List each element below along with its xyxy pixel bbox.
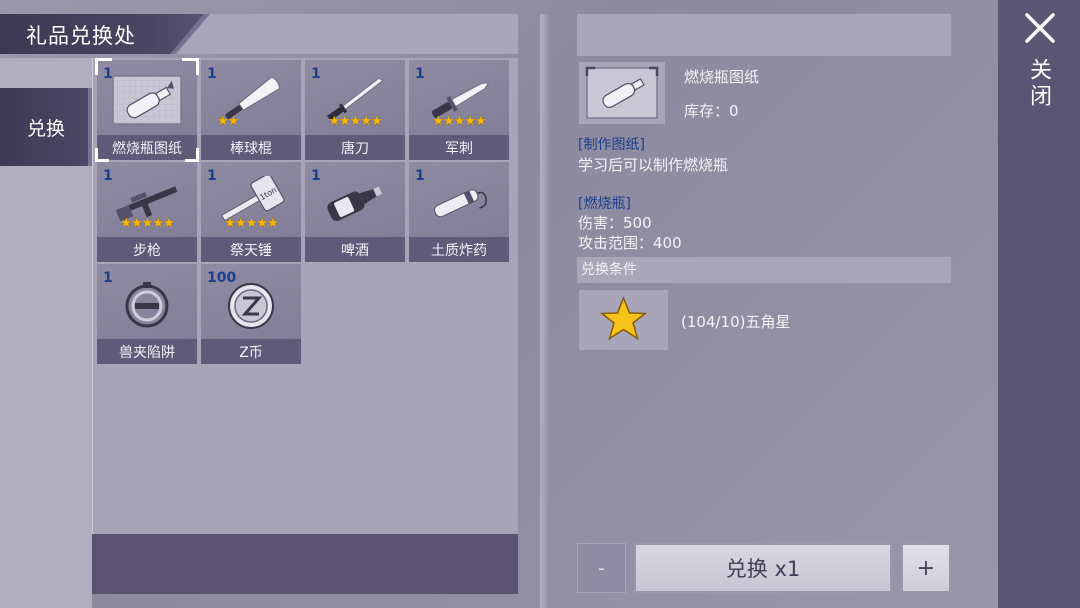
- rarity-stars: ★★: [217, 114, 239, 129]
- item-name: Z币: [201, 339, 301, 364]
- item-count: 1: [311, 66, 321, 82]
- item-count: 1: [207, 66, 217, 82]
- plus-label: +: [916, 555, 936, 581]
- item-heaven-hammer[interactable]: 1ton 1 ★★★★★ 祭天锤: [201, 162, 301, 262]
- item-baseball-bat[interactable]: 1 ★★ 棒球棍: [201, 60, 301, 160]
- item-count: 1: [207, 168, 217, 184]
- close-button-label[interactable]: 关闭: [1026, 58, 1054, 110]
- item-count: 100: [207, 270, 237, 286]
- item-name: 棒球棍: [201, 135, 301, 160]
- rarity-stars: ★★★★★: [432, 114, 486, 129]
- item-count: 1: [103, 168, 113, 184]
- detail-item-icon: [579, 62, 665, 124]
- section-title-molotov: [燃烧瓶]: [578, 196, 631, 212]
- item-z-coin[interactable]: 100 Z币: [201, 264, 301, 364]
- item-name: 唐刀: [305, 135, 405, 160]
- tab-exchange[interactable]: 兑换: [0, 88, 92, 166]
- damage-stat: 伤害：500: [578, 214, 652, 232]
- detail-stock: 库存：0: [684, 102, 739, 120]
- item-name: 步枪: [97, 237, 197, 262]
- item-bear-trap[interactable]: 1 兽夹陷阱: [97, 264, 197, 364]
- item-count: 1: [415, 66, 425, 82]
- item-tang-sword[interactable]: 1 ★★★★★ 唐刀: [305, 60, 405, 160]
- item-rifle[interactable]: 1 ★★★★★ 步枪: [97, 162, 197, 262]
- exchange-condition-header: 兑换条件: [577, 257, 951, 283]
- rarity-stars: ★★★★★: [328, 114, 382, 129]
- item-name: 土质炸药: [409, 237, 509, 262]
- item-count: 1: [103, 66, 113, 82]
- blueprint-description: 学习后可以制作燃烧瓶: [578, 156, 729, 174]
- tab-exchange-label: 兑换: [26, 117, 65, 140]
- blueprint-icon: [585, 66, 659, 119]
- item-name: 燃烧瓶图纸: [97, 135, 197, 160]
- decrease-quantity-button[interactable]: -: [577, 543, 626, 593]
- item-name: 军刺: [409, 135, 509, 160]
- selection-corner: [95, 148, 109, 162]
- minus-label: -: [597, 556, 606, 580]
- range-stat: 攻击范围：400: [578, 234, 682, 252]
- item-beer[interactable]: 1 啤酒: [305, 162, 405, 262]
- page-title: 礼品兑换处: [26, 24, 136, 48]
- item-grid-footer: [92, 534, 518, 594]
- close-icon[interactable]: [1022, 10, 1058, 46]
- condition-item-box: [579, 290, 668, 350]
- detail-item-name: 燃烧瓶图纸: [684, 68, 760, 86]
- rarity-stars: ★★★★★: [224, 216, 278, 231]
- selection-corner: [185, 148, 199, 162]
- item-name: 啤酒: [305, 237, 405, 262]
- item-count: 1: [415, 168, 425, 184]
- exchange-button-label: 兑换 x1: [725, 557, 801, 581]
- exchange-button[interactable]: 兑换 x1: [634, 543, 892, 593]
- item-name: 兽夹陷阱: [97, 339, 197, 364]
- dynamite-icon: [434, 189, 487, 218]
- beer-bottle-icon: [327, 186, 383, 221]
- blueprint-icon: [112, 75, 182, 125]
- item-name: 祭天锤: [201, 237, 301, 262]
- item-molotov-blueprint[interactable]: 1 燃烧瓶图纸: [95, 58, 199, 162]
- exchange-condition-text: (104/10)五角星: [681, 313, 791, 331]
- exchange-condition-title: 兑换条件: [581, 262, 637, 278]
- item-count: 1: [103, 270, 113, 286]
- item-dynamite[interactable]: 1 土质炸药: [409, 162, 509, 262]
- item-bayonet[interactable]: 1 ★★★★★ 军刺: [409, 60, 509, 160]
- increase-quantity-button[interactable]: +: [901, 543, 951, 593]
- bear-trap-icon: [125, 282, 169, 328]
- panel-divider: [540, 14, 550, 608]
- star-icon: [599, 295, 648, 341]
- section-title-blueprint: [制作图纸]: [578, 137, 645, 153]
- rarity-stars: ★★★★★: [120, 216, 174, 231]
- detail-header-bar: [577, 14, 951, 56]
- item-count: 1: [311, 168, 321, 184]
